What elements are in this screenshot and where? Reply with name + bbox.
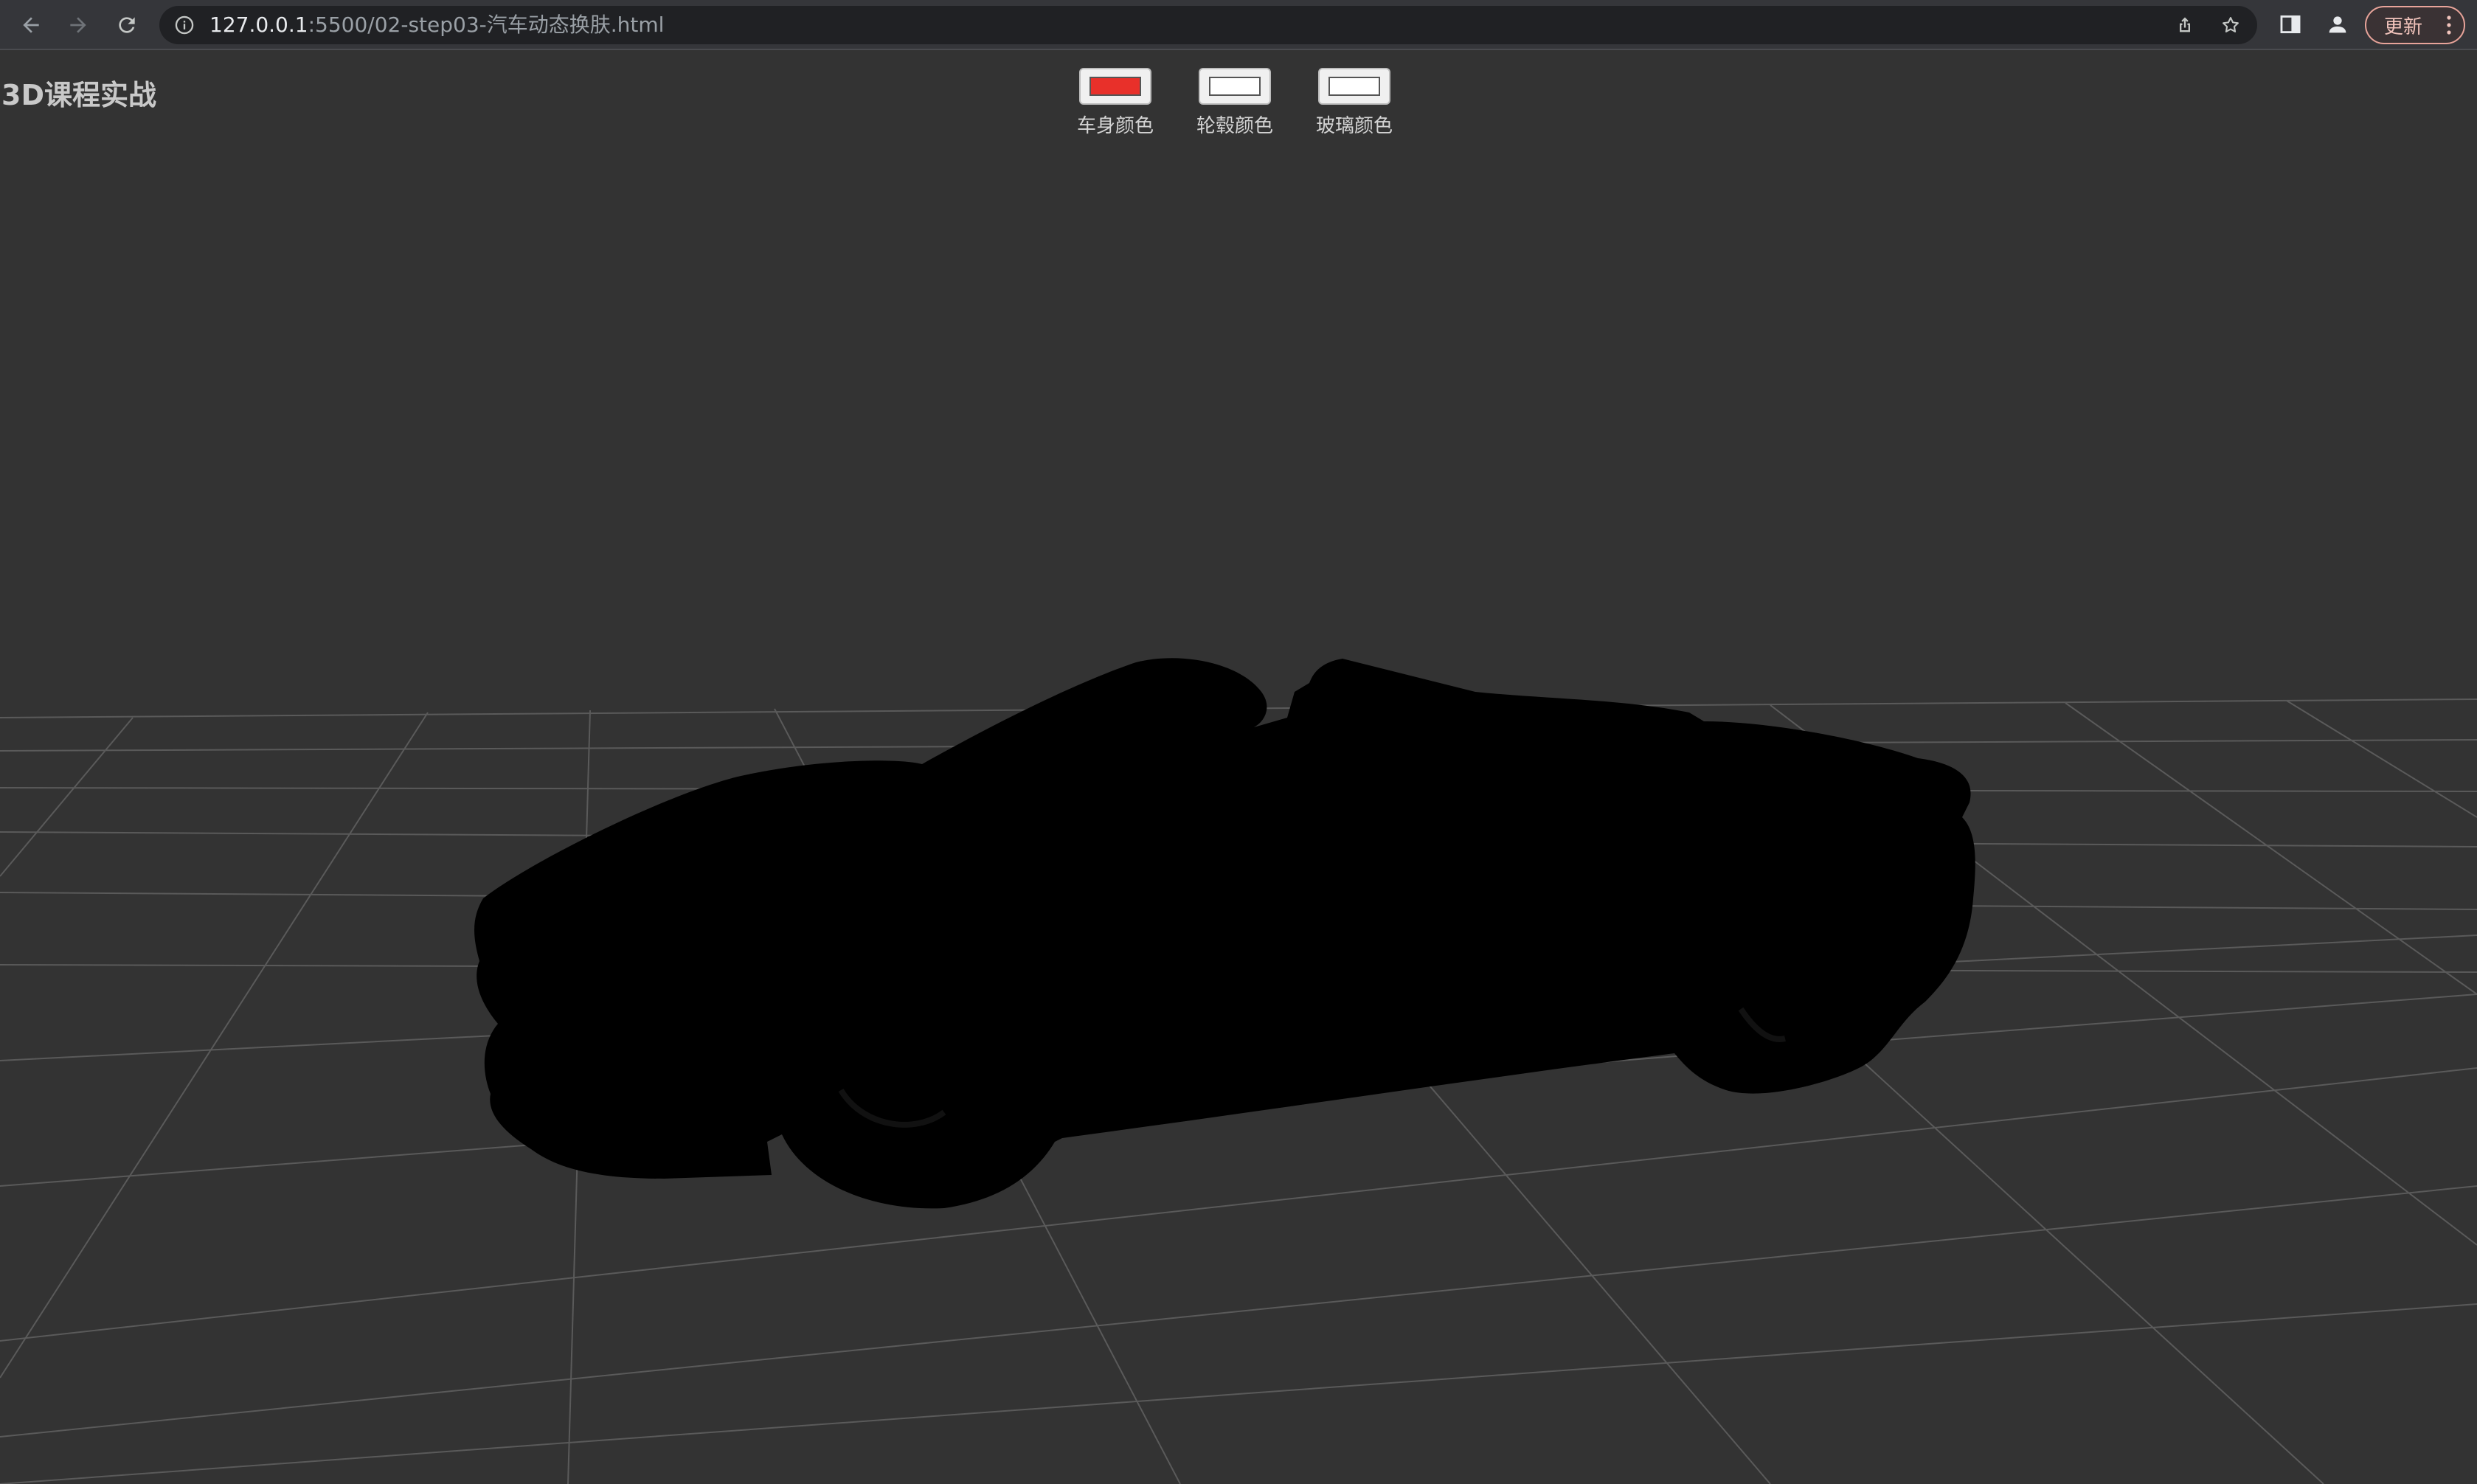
wheel-color-picker[interactable]: [1199, 68, 1271, 105]
body-color-control: 车身颜色: [1077, 68, 1154, 138]
page-title: 3D课程实战: [1, 79, 156, 111]
forward-button[interactable]: [63, 10, 93, 40]
page-viewport: 3D课程实战 车身颜色 轮毂颜色 玻璃颜色: [0, 50, 2477, 1484]
arrow-right-icon: [70, 17, 86, 33]
url-text[interactable]: 127.0.0.1:5500/02-step03-汽车动态换肤.html: [209, 6, 664, 44]
profile-icon[interactable]: [2325, 12, 2350, 37]
share-icon[interactable]: [2175, 15, 2195, 35]
url-host: 127.0.0.1: [209, 13, 308, 37]
glass-color-swatch: [1328, 77, 1380, 96]
glass-color-control: 玻璃颜色: [1316, 68, 1393, 138]
more-vert-icon: [2446, 15, 2452, 35]
update-label: 更新: [2384, 15, 2423, 38]
url-path: :5500/02-step03-汽车动态换肤.html: [308, 13, 665, 37]
car-silhouette[interactable]: [474, 658, 1975, 1209]
wheel-color-label: 轮毂颜色: [1196, 115, 1274, 137]
side-panel-icon[interactable]: [2278, 12, 2303, 37]
wheel-color-swatch: [1209, 77, 1261, 96]
body-color-swatch: [1089, 77, 1141, 96]
back-button[interactable]: [16, 10, 46, 40]
star-icon[interactable]: [2220, 15, 2241, 35]
glass-color-label: 玻璃颜色: [1316, 115, 1393, 137]
reload-icon: [119, 17, 135, 33]
browser-toolbar: 127.0.0.1:5500/02-step03-汽车动态换肤.html 更新: [0, 0, 2477, 50]
body-color-label: 车身颜色: [1077, 115, 1154, 137]
glass-color-picker[interactable]: [1318, 68, 1390, 105]
address-bar[interactable]: 127.0.0.1:5500/02-step03-汽车动态换肤.html: [159, 6, 2257, 44]
update-button[interactable]: 更新: [2365, 6, 2465, 44]
color-controls: 车身颜色 轮毂颜色 玻璃颜色: [1077, 68, 1393, 138]
reload-button[interactable]: [112, 10, 142, 40]
info-icon[interactable]: [174, 15, 195, 35]
arrow-left-icon: [23, 17, 39, 33]
body-color-picker[interactable]: [1079, 68, 1151, 105]
3d-canvas[interactable]: [0, 50, 2477, 1484]
wheel-color-control: 轮毂颜色: [1196, 68, 1273, 138]
